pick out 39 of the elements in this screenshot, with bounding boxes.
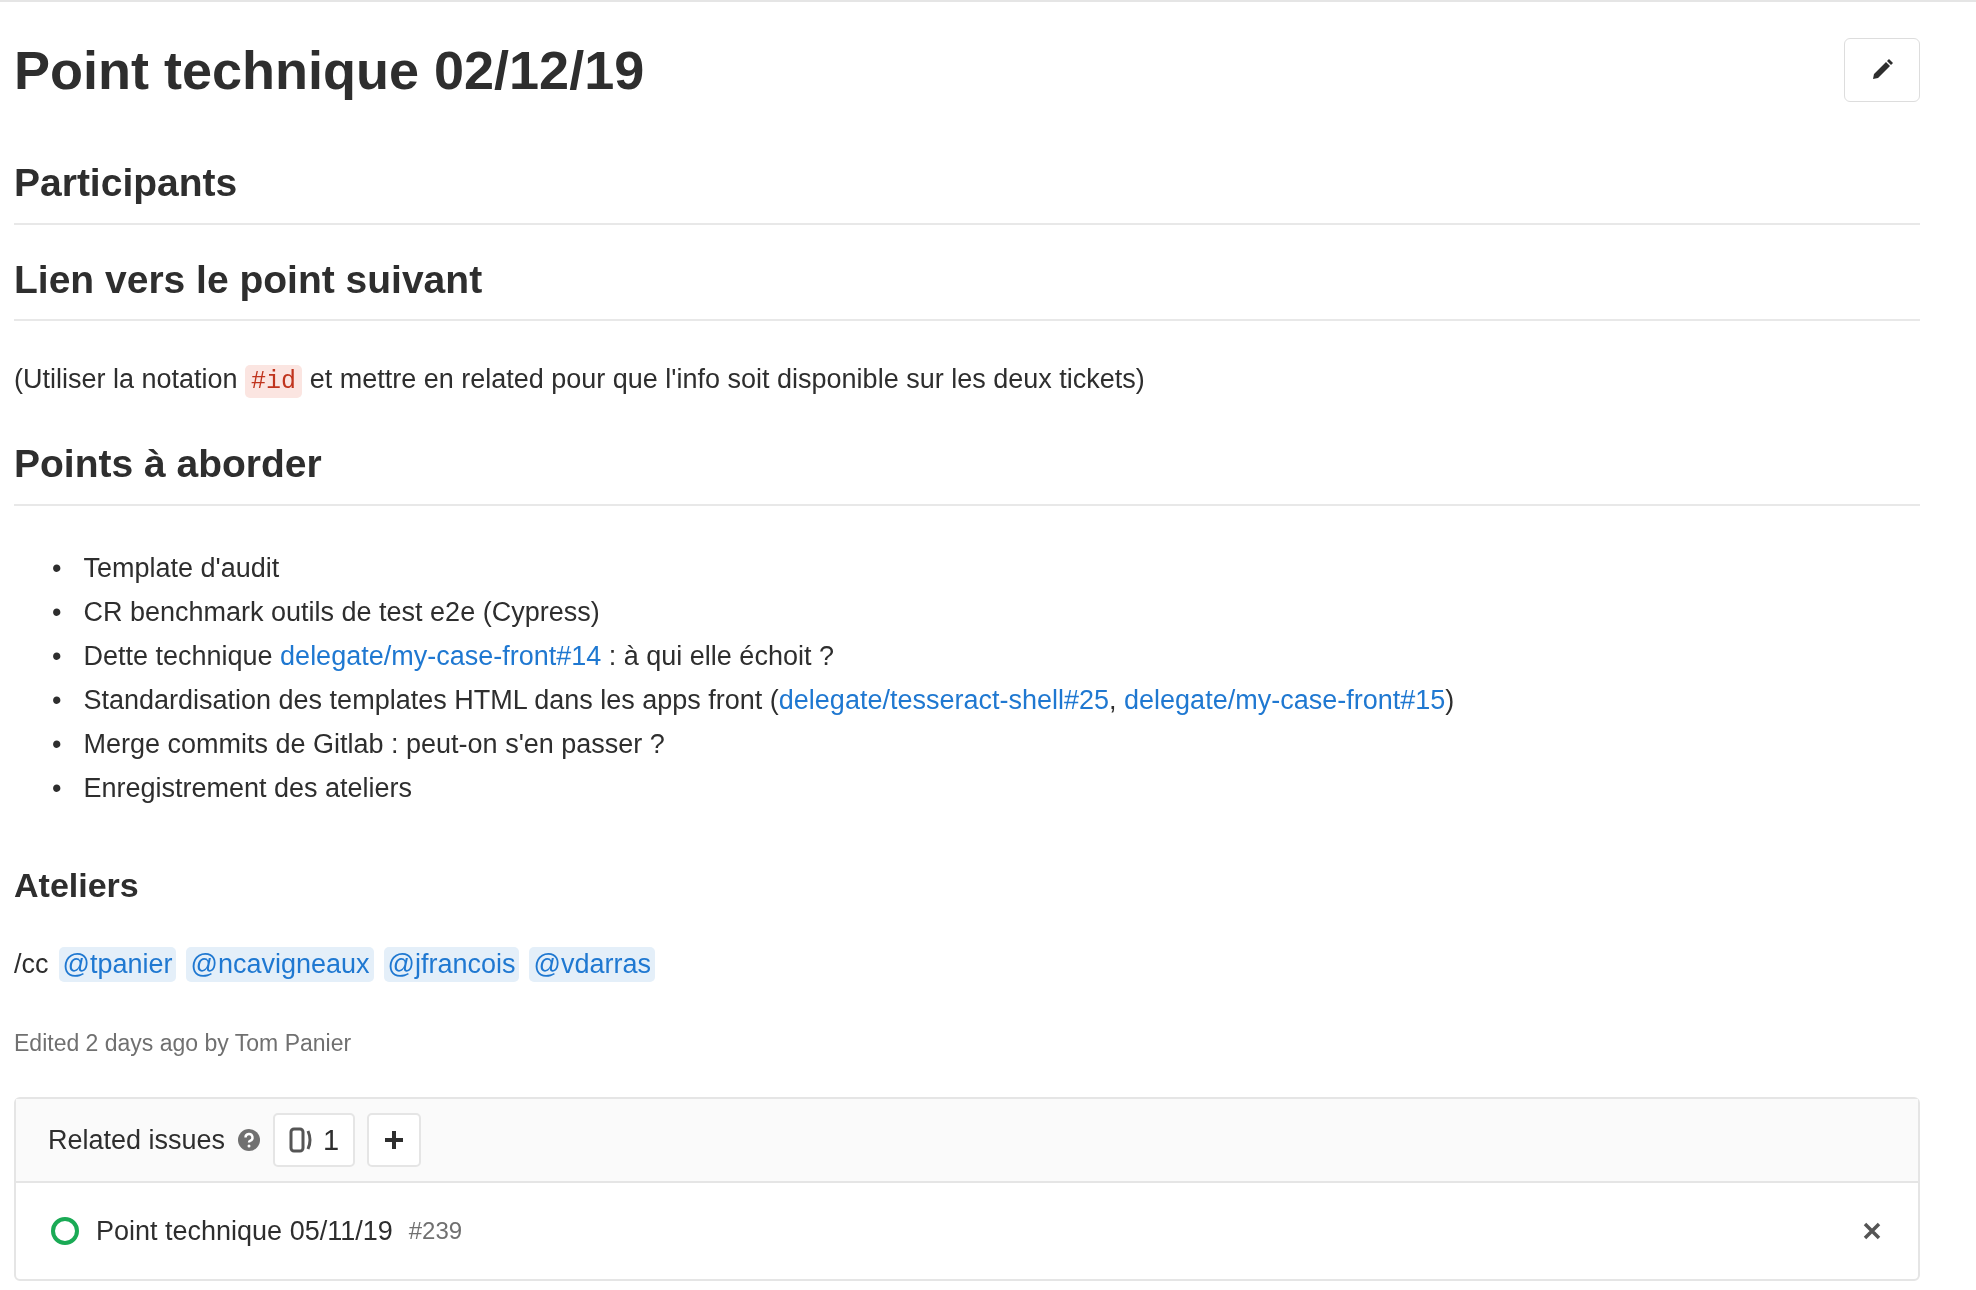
add-button[interactable] [367, 1113, 422, 1168]
plus-icon [383, 1129, 406, 1152]
user-mention[interactable]: @vdarras [529, 947, 655, 983]
section-heading: Participants [14, 158, 1920, 225]
bullet: • [52, 596, 62, 630]
inline-code: #id [245, 365, 303, 399]
bullet: • [52, 552, 62, 586]
edited-note: Edited 2 days ago by Tom Panier [14, 1030, 353, 1058]
bullet: • [52, 772, 62, 806]
issue-link[interactable]: delegate/tesseract-shell#25 [778, 685, 1110, 716]
list-item: Enregistrement des ateliers [83, 772, 413, 806]
user-mention[interactable]: @ncavigneaux [186, 947, 374, 983]
pencil-icon [1870, 58, 1894, 82]
list-item: CR benchmark outils de test e2e (Cypress) [83, 596, 600, 630]
cc-label: /cc [14, 949, 49, 981]
issue-number: #239 [408, 1217, 463, 1246]
user-mention[interactable]: @tpanier [58, 947, 177, 983]
paragraph: (Utiliser la notation #id et mettre en related pour que l'info soit disponible sur les deux tickets) [14, 363, 1146, 400]
section-heading: Points à aborder [14, 439, 1920, 507]
bullet: • [52, 728, 62, 762]
list-item: Dette technique delegate/my-case-front#14 : à qui elle échoit ? [83, 640, 834, 674]
issue-link[interactable]: delegate/my-case-front#14 [280, 641, 602, 672]
related-issue-link[interactable]: Point technique 05/11/19 [96, 1215, 393, 1247]
close-icon [1862, 1221, 1882, 1242]
user-mention[interactable]: @jfrancois [383, 947, 520, 983]
issue-link[interactable]: delegate/my-case-front#15 [1124, 685, 1446, 716]
section-heading: Ateliers [14, 866, 140, 906]
bullet: • [52, 640, 62, 674]
open-status-icon [50, 1216, 80, 1247]
issue-title: Point technique 02/12/19 [14, 39, 645, 101]
section-heading: Lien vers le point suivant [14, 254, 1920, 322]
list-item: Merge commits de Gitlab : peut-on s'en passer ? [83, 728, 665, 762]
list-item: Template d'audit [83, 552, 280, 586]
panel-title: Related issues [48, 1124, 226, 1156]
help-icon[interactable] [237, 1128, 262, 1153]
issue-count-button[interactable]: 1 [273, 1113, 356, 1168]
bullet: • [52, 684, 62, 718]
list-item: Standardisation des templates HTML dans les apps front (delegate/tesseract-shell#25, delegate/my-case-front#15) [83, 684, 1455, 718]
edit-button[interactable] [1844, 38, 1920, 102]
